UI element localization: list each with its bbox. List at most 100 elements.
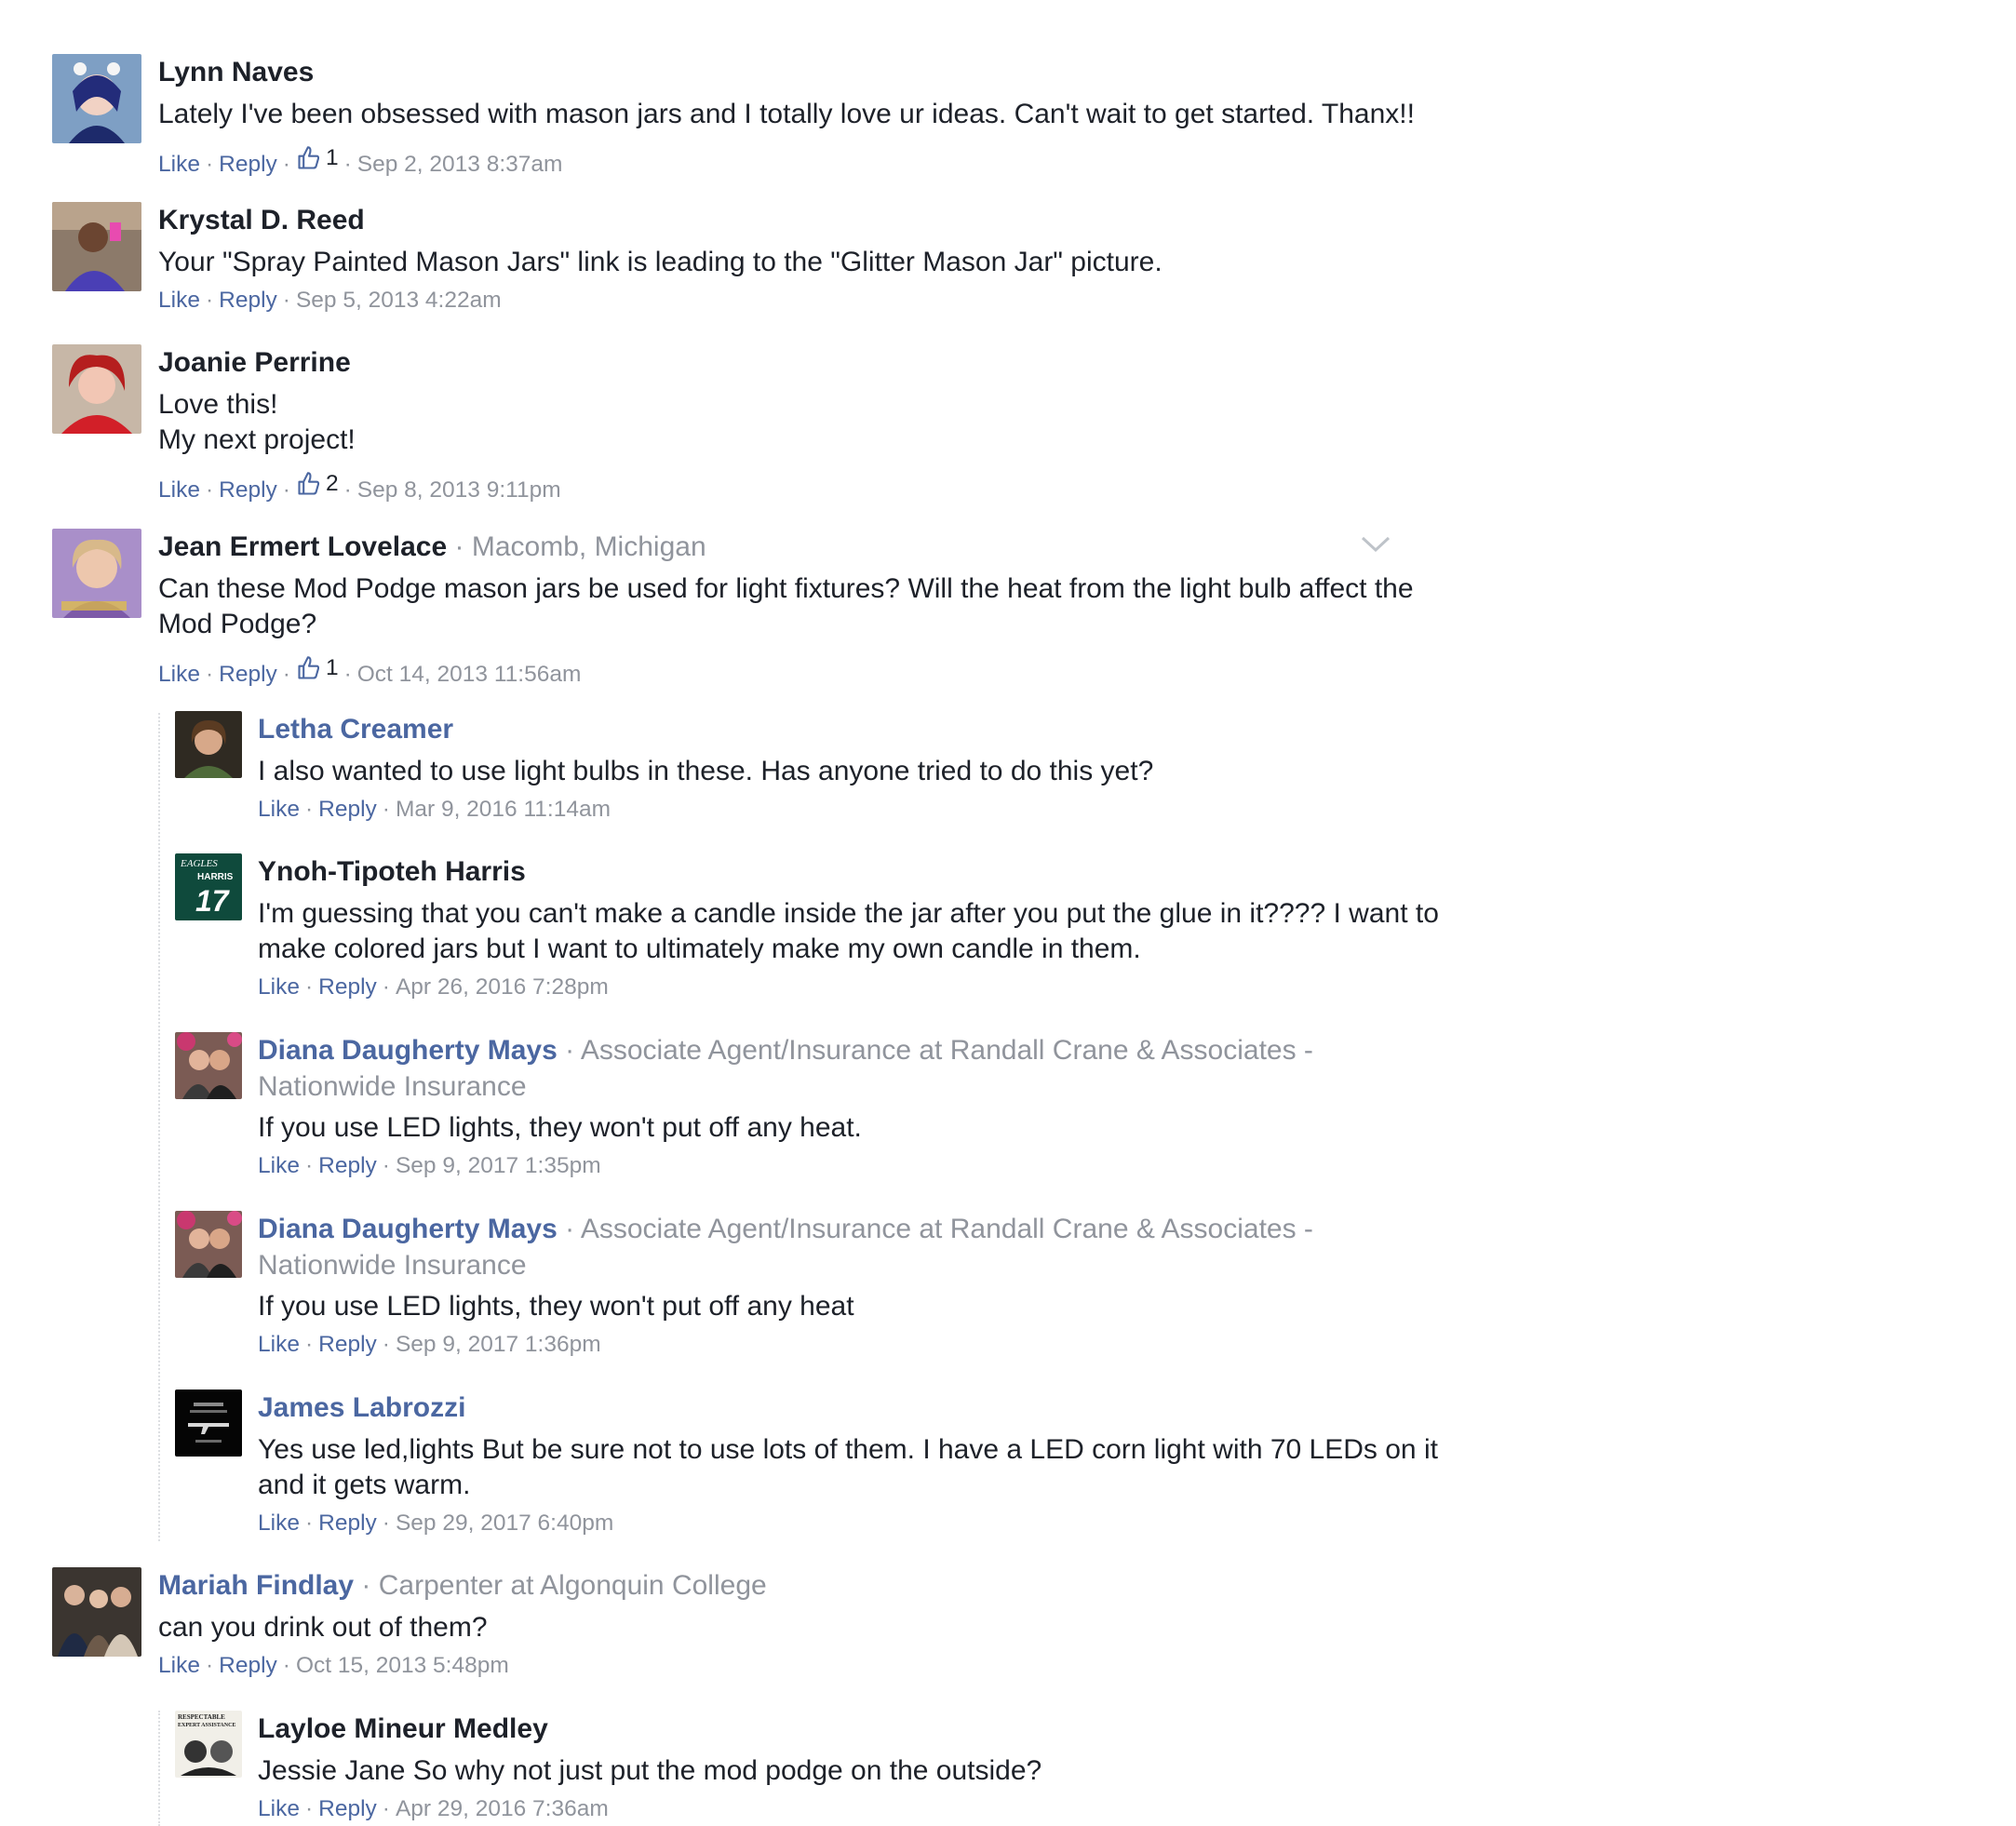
timestamp[interactable]: Sep 29, 2017 6:40pm [396,1510,613,1536]
like-button[interactable]: Like [258,1510,300,1536]
reply-thread-line [158,713,160,1541]
like-button[interactable]: Like [258,1153,300,1178]
like-button[interactable]: Like [158,477,200,503]
comment-text-line: I'm guessing that you can't make a candl… [258,898,1439,929]
separator: · [205,477,214,503]
like-button[interactable]: Like [158,1653,200,1678]
comment-author[interactable]: Layloe Mineur Medley [258,1713,548,1744]
separator: · [382,797,390,822]
like-button[interactable]: Like [158,662,200,687]
like-button[interactable]: Like [158,152,200,177]
timestamp[interactable]: Oct 15, 2013 5:48pm [296,1653,509,1678]
timestamp[interactable]: Apr 26, 2016 7:28pm [396,974,609,1000]
comment-author[interactable]: Letha Creamer [258,714,453,745]
reply-button[interactable]: Reply [318,1510,377,1536]
comment-author[interactable]: James Labrozzi [258,1392,465,1423]
separator: · [382,1796,390,1821]
comment-text-line: Yes use led,lights But be sure not to us… [258,1434,1438,1465]
avatar[interactable]: EAGLES HARRIS 17 [175,853,242,920]
reply-button[interactable]: Reply [219,152,277,177]
avatar[interactable] [52,344,141,434]
separator: · [382,1332,390,1357]
avatar[interactable] [52,54,141,143]
like-button[interactable]: Like [258,797,300,822]
comment-text-line: Love this! [158,389,278,420]
separator: · [304,1510,314,1536]
timestamp[interactable]: Sep 8, 2013 9:11pm [357,477,561,503]
avatar[interactable] [52,202,141,291]
separator: · [205,288,214,313]
like-count[interactable]: 2 [296,469,339,499]
comment-author[interactable]: Lynn Naves [158,57,314,87]
like-count-number: 1 [325,655,339,680]
timestamp[interactable]: Mar 9, 2016 11:14am [396,797,611,822]
comment-author[interactable]: Mariah Findlay [158,1570,354,1601]
chevron-down-icon[interactable] [1360,534,1391,555]
separator: · [382,1153,390,1178]
avatar[interactable] [175,1032,242,1099]
comment-text: I also wanted to use light bulbs in thes… [258,756,1154,786]
comment-text: Your "Spray Painted Mason Jars" link is … [158,247,1163,277]
avatar[interactable] [175,1390,242,1457]
comment-text-line: Can these Mod Podge mason jars be used f… [158,573,1414,604]
comment: Mariah Findlay · Carpenter at Algonquin … [52,1567,1392,1688]
avatar[interactable] [52,529,141,618]
reply: Letha Creamer I also wanted to use light… [175,711,1385,832]
reply-thread-line [158,1711,160,1826]
avatar-poster-subtitle: EXPERT ASSISTANCE [178,1723,235,1728]
comment-author[interactable]: Joanie Perrine [158,347,351,378]
timestamp[interactable]: Sep 5, 2013 4:22am [296,288,502,313]
comment-author[interactable]: Krystal D. Reed [158,205,365,235]
reply-button[interactable]: Reply [318,1796,377,1821]
like-button[interactable]: Like [258,1332,300,1357]
like-count-number: 2 [325,471,339,496]
author-work-continued: Nationwide Insurance [258,1071,527,1102]
like-count[interactable]: 1 [296,653,339,683]
like-count[interactable]: 1 [296,143,339,173]
comment-author[interactable]: Diana Daugherty Mays [258,1035,558,1066]
avatar[interactable] [175,1211,242,1278]
timestamp[interactable]: Sep 2, 2013 8:37am [357,152,563,177]
separator: · [304,974,314,1000]
like-button[interactable]: Like [158,288,200,313]
reply-button[interactable]: Reply [318,1332,377,1357]
like-button[interactable]: Like [258,974,300,1000]
timestamp[interactable]: Sep 9, 2017 1:35pm [396,1153,601,1178]
timestamp[interactable]: Apr 29, 2016 7:36am [396,1796,609,1821]
separator: · [205,1653,214,1678]
reply: James Labrozzi Yes use led,lights But be… [175,1390,1438,1548]
reply-button[interactable]: Reply [318,1153,377,1178]
comment: Joanie Perrine Love this! My next projec… [52,344,1392,503]
comment-text: can you drink out of them? [158,1612,488,1643]
author-work: Carpenter at Algonquin College [378,1570,767,1601]
separator: · [282,477,290,503]
reply-button[interactable]: Reply [318,797,377,822]
separator: · [361,1570,371,1601]
like-button[interactable]: Like [258,1796,300,1821]
author-location: Macomb, Michigan [471,531,706,562]
comment-text: If you use LED lights, they won't put of… [258,1291,854,1322]
separator: · [343,477,352,503]
comment: Jean Ermert Lovelace · Macomb, Michigan … [52,529,1414,696]
comment-author[interactable]: Ynoh-Tipoteh Harris [258,856,526,887]
reply: EAGLES HARRIS 17 Ynoh-Tipoteh Harris I'm g… [175,853,1439,1012]
avatar[interactable]: RESPECTABLE EXPERT ASSISTANCE [175,1711,242,1778]
separator: · [304,797,314,822]
reply-button[interactable]: Reply [219,288,277,313]
reply: Diana Daugherty Mays · Associate Agent/I… [175,1211,1385,1378]
timestamp[interactable]: Sep 9, 2017 1:36pm [396,1332,601,1357]
timestamp[interactable]: Oct 14, 2013 11:56am [357,662,582,687]
separator: · [205,662,214,687]
avatar[interactable] [52,1567,141,1657]
reply-button[interactable]: Reply [219,477,277,503]
comment-text: Lately I've been obsessed with mason jar… [158,99,1415,129]
reply-button[interactable]: Reply [219,1653,277,1678]
reply-button[interactable]: Reply [219,662,277,687]
comment-author[interactable]: Jean Ermert Lovelace [158,531,447,562]
comment-author[interactable]: Diana Daugherty Mays [258,1214,558,1244]
avatar[interactable] [175,711,242,778]
separator: · [282,288,290,313]
reply: RESPECTABLE EXPERT ASSISTANCE Layloe Mine… [175,1711,1385,1826]
thumbs-up-icon [298,146,320,169]
reply-button[interactable]: Reply [318,974,377,1000]
